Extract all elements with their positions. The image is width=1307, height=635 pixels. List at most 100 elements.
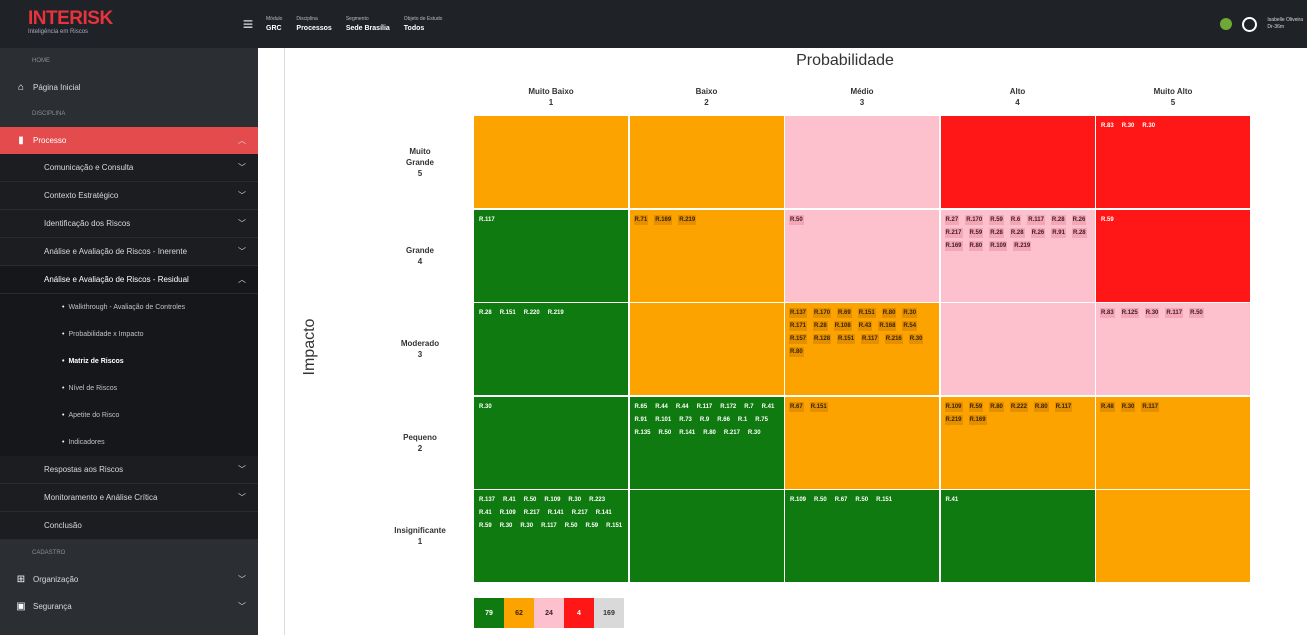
risk-tag[interactable]: R.141 <box>678 428 696 438</box>
risk-tag[interactable]: R.219 <box>1013 240 1032 251</box>
risk-tag[interactable]: R.151 <box>605 521 623 531</box>
risk-tag[interactable]: R.91 <box>1051 227 1066 238</box>
risk-tag[interactable]: R.67 <box>789 401 804 412</box>
leaf-risk-level[interactable]: • Nível de Riscos <box>0 375 258 402</box>
risk-tag[interactable]: R.157 <box>789 334 808 344</box>
risk-tag[interactable]: R.26 <box>1030 227 1046 238</box>
risk-tag[interactable]: R.80 <box>702 428 717 438</box>
matrix-cell[interactable]: R.71 R.169 R.219 <box>629 209 784 302</box>
risk-tag[interactable]: R.44 <box>675 402 690 412</box>
risk-tag[interactable]: R.109 <box>944 401 963 412</box>
risk-tag[interactable]: R.217 <box>523 508 541 518</box>
legend-count[interactable]: 169 <box>594 598 624 628</box>
hamburger-icon[interactable]: ≡ <box>230 14 266 35</box>
risk-tag[interactable]: R.217 <box>944 227 963 238</box>
sub-context[interactable]: Contexto Estratégico ﹀ <box>0 182 258 210</box>
risk-tag[interactable]: R.170 <box>965 214 984 225</box>
risk-tag[interactable]: R.28 <box>478 308 493 318</box>
risk-tag[interactable]: R.59 <box>989 214 1004 225</box>
user-icon[interactable] <box>1242 16 1258 32</box>
leaf-walkthrough[interactable]: • Walkthrough - Avaliação de Controles <box>0 294 258 321</box>
nav-organization[interactable]: ⊞ Organização ﹀ <box>0 566 258 593</box>
matrix-cell[interactable]: R.137 R.41 R.50 R.109 R.30 R.223 R.41 R.109 R.21… <box>474 490 628 582</box>
leaf-risk-matrix[interactable]: • Matriz de Riscos <box>0 348 258 375</box>
risk-tag[interactable]: R.50 <box>658 428 673 438</box>
risk-tag[interactable]: R.54 <box>902 321 918 331</box>
status-icon[interactable] <box>1220 18 1233 30</box>
legend-count[interactable]: 62 <box>504 598 534 628</box>
risk-tag[interactable]: R.137 <box>789 308 808 318</box>
context-object[interactable]: Objeto de Estudo Todos <box>404 15 443 33</box>
risk-tag[interactable]: R.69 <box>837 308 852 318</box>
matrix-cell[interactable]: R.83 R.125 R.30 R.117 R.50 <box>1096 303 1250 395</box>
risk-tag[interactable]: R.43 <box>857 321 873 331</box>
risk-tag[interactable]: R.28 <box>1050 214 1066 225</box>
matrix-cell[interactable]: R.27 R.170 R.59 R.6 R.117 R.28 R.26 R.217 R.59 R.… <box>940 209 1095 302</box>
risk-tag[interactable]: R.135 <box>634 428 652 438</box>
risk-tag[interactable]: R.71 <box>633 214 649 225</box>
risk-tag[interactable]: R.28 <box>1071 227 1087 238</box>
risk-tag[interactable]: R.66 <box>716 415 731 425</box>
matrix-cell[interactable]: R.65 R.44 R.44 R.117 R.172 R.7 R.41 R.91 R.101 R.… <box>629 396 784 489</box>
risk-tag[interactable]: R.50 <box>564 521 579 531</box>
matrix-cell[interactable]: R.67 R.151 <box>785 396 939 489</box>
risk-tag[interactable]: R.109 <box>789 495 807 505</box>
matrix-cell[interactable]: R.41 <box>940 490 1095 582</box>
sub-communication[interactable]: Comunicação e Consulta ﹀ <box>0 154 258 182</box>
nav-process[interactable]: ▮ Processo ︿ <box>0 127 258 154</box>
nav-security[interactable]: ▣ Segurança ﹀ <box>0 593 258 620</box>
risk-tag[interactable]: R.30 <box>1144 308 1160 318</box>
risk-tag[interactable]: R.141 <box>595 508 613 518</box>
risk-tag[interactable]: R.217 <box>723 428 741 438</box>
risk-tag[interactable]: R.125 <box>1120 308 1139 318</box>
risk-tag[interactable]: R.170 <box>813 308 832 318</box>
risk-tag[interactable]: R.80 <box>1033 401 1049 412</box>
risk-tag[interactable]: R.28 <box>813 321 828 331</box>
risk-tag[interactable]: R.80 <box>881 308 897 318</box>
risk-tag[interactable]: R.217 <box>571 508 589 518</box>
risk-tag[interactable]: R.50 <box>1189 308 1204 318</box>
matrix-cell[interactable]: R.109 R.50 R.67 R.50 R.151 <box>785 490 939 582</box>
risk-tag[interactable]: R.6 <box>1009 214 1022 225</box>
risk-tag[interactable]: R.220 <box>523 308 541 318</box>
risk-tag[interactable]: R.30 <box>567 495 582 505</box>
sub-responses[interactable]: Respostas aos Riscos ﹀ <box>0 456 258 484</box>
risk-tag[interactable]: R.169 <box>944 240 963 251</box>
leaf-appetite[interactable]: • Apetite do Risco <box>0 402 258 429</box>
risk-tag[interactable]: R.30 <box>1121 121 1136 131</box>
sub-residual[interactable]: Análise e Avaliação de Riscos - Residual… <box>0 266 258 294</box>
risk-tag[interactable]: R.117 <box>540 521 558 531</box>
matrix-cell[interactable]: R.28 R.151 R.220 R.219 <box>474 303 628 395</box>
risk-tag[interactable]: R.7 <box>743 402 754 412</box>
risk-tag[interactable]: R.117 <box>1141 401 1160 412</box>
matrix-cell[interactable]: R.109 R.59 R.80 R.222 R.80 R.117 R.219 R.169 <box>940 396 1095 489</box>
sub-identification[interactable]: Identificação dos Riscos ﹀ <box>0 210 258 238</box>
risk-tag[interactable]: R.30 <box>519 521 534 531</box>
matrix-cell[interactable] <box>629 490 784 582</box>
risk-tag[interactable]: R.219 <box>678 214 697 225</box>
risk-tag[interactable]: R.67 <box>834 495 849 505</box>
matrix-cell[interactable] <box>474 116 628 208</box>
risk-tag[interactable]: R.48 <box>1100 401 1115 412</box>
risk-tag[interactable]: R.117 <box>1165 308 1184 318</box>
risk-tag[interactable]: R.109 <box>543 495 561 505</box>
risk-tag[interactable]: R.216 <box>884 334 903 344</box>
risk-tag[interactable]: R.151 <box>809 401 828 412</box>
matrix-cell[interactable]: R.137 R.170 R.69 R.151 R.80 R.30 R.171 R.28 R.10… <box>785 303 939 395</box>
matrix-cell[interactable]: R.48 R.30 R.117 <box>1096 396 1250 489</box>
risk-tag[interactable]: R.151 <box>857 308 876 318</box>
risk-tag[interactable]: R.50 <box>854 495 869 505</box>
risk-tag[interactable]: R.141 <box>547 508 565 518</box>
risk-tag[interactable]: R.30 <box>747 428 762 438</box>
risk-tag[interactable]: R.137 <box>478 495 496 505</box>
risk-tag[interactable]: R.44 <box>654 402 669 412</box>
risk-tag[interactable]: R.30 <box>478 402 493 412</box>
matrix-cell[interactable]: R.117 <box>474 209 628 302</box>
risk-tag[interactable]: R.73 <box>678 415 693 425</box>
matrix-cell[interactable] <box>785 116 939 208</box>
risk-tag[interactable]: R.28 <box>1009 227 1025 238</box>
risk-tag[interactable]: R.50 <box>813 495 828 505</box>
risk-tag[interactable]: R.59 <box>584 521 599 531</box>
matrix-cell[interactable] <box>629 303 784 395</box>
risk-tag[interactable]: R.59 <box>1100 215 1115 225</box>
